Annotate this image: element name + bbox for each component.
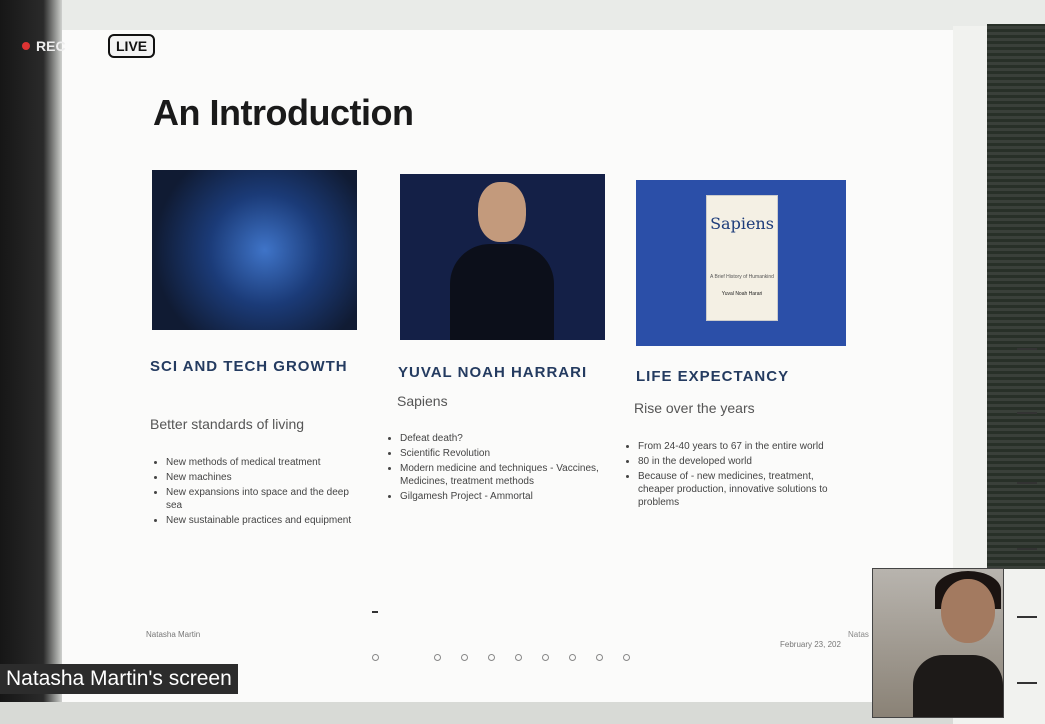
- list-item: Gilgamesh Project - Ammortal: [400, 490, 605, 503]
- bullet-list-life-expectancy: From 24-40 years to 67 in the entire wor…: [624, 440, 838, 511]
- slide-footer-date: February 23, 202: [780, 640, 841, 649]
- bullet-list-sci-tech: New methods of medical treatment New mac…: [152, 456, 352, 529]
- slide-nav-dot-icon[interactable]: [569, 654, 576, 661]
- column-heading-life-expectancy: LIFE EXPECTANCY: [636, 368, 790, 385]
- slide-title: An Introduction: [153, 92, 414, 133]
- participant-body: [913, 655, 1003, 717]
- list-item: Defeat death?: [400, 432, 605, 445]
- column-subtitle-life-expectancy: Rise over the years: [634, 400, 755, 416]
- right-dark-wall: [987, 24, 1045, 569]
- person-head: [478, 182, 526, 242]
- list-item: Modern medicine and techniques - Vaccine…: [400, 462, 605, 488]
- list-item: Scientific Revolution: [400, 447, 605, 460]
- column-heading-harari: YUVAL NOAH HARRARI: [398, 364, 588, 381]
- slide-nav-dot-icon[interactable]: [542, 654, 549, 661]
- harari-photo: [400, 174, 605, 340]
- list-item: From 24-40 years to 67 in the entire wor…: [638, 440, 838, 453]
- book-title: Sapiens: [710, 214, 774, 233]
- column-subtitle-harari: Sapiens: [397, 393, 448, 409]
- sapiens-book-image: Sapiens A Brief History of Humankind Yuv…: [636, 180, 846, 346]
- bullet-list-harari: Defeat death? Scientific Revolution Mode…: [386, 432, 605, 505]
- slide-nav-dot-icon[interactable]: [488, 654, 495, 661]
- sci-tech-image: [152, 170, 357, 330]
- person-body: [450, 244, 554, 340]
- slide-nav-dot-icon[interactable]: [434, 654, 441, 661]
- slide-nav-dot-icon[interactable]: [623, 654, 630, 661]
- slide-footer-author: Natasha Martin: [146, 630, 201, 639]
- rec-label: REC: [36, 38, 66, 54]
- slide-nav-dot-icon[interactable]: [596, 654, 603, 661]
- list-item: New sustainable practices and equipment: [166, 514, 352, 527]
- list-item: New expansions into space and the deep s…: [166, 486, 352, 512]
- sapiens-book-cover: Sapiens A Brief History of Humankind Yuv…: [706, 195, 778, 321]
- list-item: 80 in the developed world: [638, 455, 838, 468]
- slide-nav-dot-icon[interactable]: [515, 654, 522, 661]
- live-badge: LIVE: [108, 34, 156, 58]
- mouse-pointer: [372, 611, 378, 613]
- book-subtitle: A Brief History of Humankind: [710, 274, 774, 280]
- column-subtitle-sci-tech: Better standards of living: [150, 416, 305, 432]
- book-author: Yuval Noah Harari: [721, 291, 763, 297]
- slide-nav-dot-icon[interactable]: [461, 654, 468, 661]
- recording-dot-icon: [22, 42, 30, 50]
- slide-nav-dots[interactable]: [372, 654, 630, 661]
- list-item: Because of - new medicines, treatment, c…: [638, 470, 838, 509]
- left-background-strip: [0, 0, 62, 724]
- screen-share-label: Natasha Martin's screen: [0, 664, 238, 694]
- list-item: New machines: [166, 471, 352, 484]
- slide-nav-dot-icon[interactable]: [372, 654, 379, 661]
- column-heading-sci-tech: SCI AND TECH GROWTH: [150, 358, 348, 375]
- list-item: New methods of medical treatment: [166, 456, 352, 469]
- participant-face: [941, 579, 995, 643]
- participant-video-tile[interactable]: [872, 568, 1004, 718]
- recording-indicator: REC: [22, 38, 66, 54]
- slide-footer-name-partial: Natas: [848, 630, 869, 639]
